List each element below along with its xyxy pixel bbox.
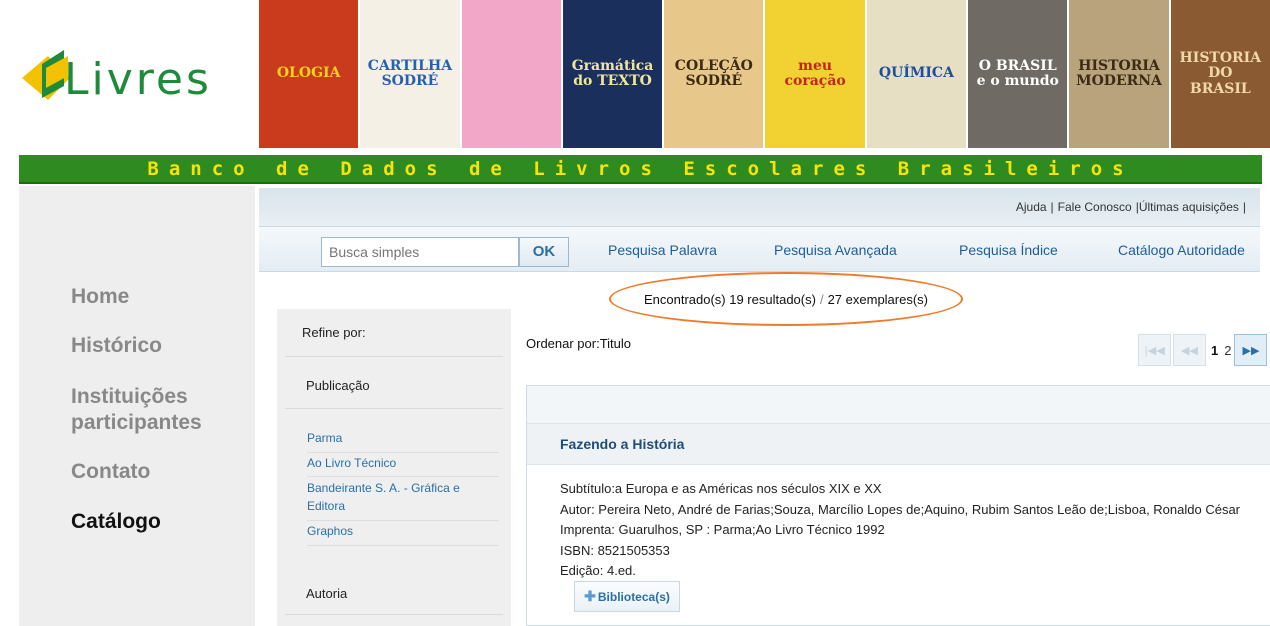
contact-link[interactable]: Fale Conosco bbox=[1058, 200, 1132, 214]
book-cover-title: O BRASIL e o mundo bbox=[976, 57, 1059, 89]
refine-link-publisher[interactable]: Bandeirante S. A. - Gráfica e Editora bbox=[307, 479, 499, 515]
book-cover: O BRASIL e o mundo bbox=[968, 0, 1068, 148]
divider bbox=[307, 476, 499, 477]
record-edition: Edição: 4.ed. bbox=[560, 563, 636, 578]
help-link[interactable]: Ajuda bbox=[1016, 200, 1047, 214]
first-page-button[interactable]: |◀◀ bbox=[1138, 334, 1171, 366]
book-cover-title: Gramática do TEXTO bbox=[571, 57, 654, 89]
record-isbn: ISBN: 8521505353 bbox=[560, 542, 670, 558]
search-nav-bar: OK Pesquisa Palavra Pesquisa Avançada Pe… bbox=[259, 226, 1260, 272]
logo-text: Livres bbox=[64, 54, 212, 105]
divider bbox=[307, 452, 499, 453]
libraries-button[interactable]: ✚ Biblioteca(s) bbox=[574, 581, 680, 612]
nav-word-search[interactable]: Pesquisa Palavra bbox=[608, 242, 717, 258]
refine-section-publication[interactable]: Publicação bbox=[306, 378, 370, 393]
book-cover: HISTORIA MODERNA bbox=[1069, 0, 1169, 148]
separator: | bbox=[1050, 200, 1054, 214]
sidebar-item-catalogo[interactable]: Catálogo bbox=[71, 509, 161, 535]
divider bbox=[307, 520, 499, 521]
banner-title: Banco de Dados de Livros Escolares Brasi… bbox=[147, 157, 1134, 180]
sidebar-item-home[interactable]: Home bbox=[71, 284, 129, 310]
pagination: |◀◀ ◀◀ 1 2 ▶▶ bbox=[1138, 334, 1269, 366]
sidebar-item-contato[interactable]: Contato bbox=[71, 459, 150, 485]
book-cover-title: COLEÇÃO SODRÉ bbox=[674, 57, 753, 89]
nav-authority-catalog[interactable]: Catálogo Autoridade bbox=[1118, 242, 1245, 258]
book-cover-title: meu coração bbox=[784, 57, 846, 89]
book-cover-title: QUÍMICA bbox=[878, 65, 954, 82]
refine-title: Refine por: bbox=[302, 325, 366, 340]
divider bbox=[285, 408, 503, 409]
sidebar: Home Histórico Instituições participante… bbox=[19, 186, 255, 626]
book-cover-title: HISTORIA MODERNA bbox=[1076, 57, 1162, 89]
refine-link-publisher[interactable]: Ao Livro Técnico bbox=[307, 454, 499, 472]
book-cover-title: OLOGIA bbox=[276, 65, 341, 82]
sort-label[interactable]: Ordenar por:Titulo bbox=[526, 336, 631, 351]
book-cover: QUÍMICA bbox=[866, 0, 967, 148]
libraries-button-label: Biblioteca(s) bbox=[597, 589, 670, 604]
separator: | bbox=[1242, 200, 1246, 214]
latest-acquisitions-link[interactable]: |Últimas aquisições bbox=[1136, 200, 1239, 214]
nav-index-search[interactable]: Pesquisa Índice bbox=[959, 242, 1058, 258]
divider bbox=[285, 356, 503, 357]
book-cover-title: HISTORIA DO BRASIL bbox=[1179, 49, 1262, 97]
simple-search-input[interactable] bbox=[321, 237, 519, 267]
book-cover: CARTILHA SODRÉ bbox=[360, 0, 460, 148]
book-cover: Gramática do TEXTO bbox=[562, 0, 663, 148]
page-number-current: 1 bbox=[1211, 342, 1219, 358]
book-cover: meu coração bbox=[765, 0, 865, 148]
record-author: Autor: Pereira Neto, André de Farias;Sou… bbox=[560, 501, 1241, 517]
site-banner: Banco de Dados de Livros Escolares Brasi… bbox=[19, 155, 1262, 184]
prev-page-button[interactable]: ◀◀ bbox=[1173, 334, 1206, 366]
book-cover-title: CARTILHA SODRÉ bbox=[367, 57, 453, 89]
divider bbox=[307, 545, 499, 546]
book-cover: HISTORIA DO BRASIL bbox=[1170, 0, 1270, 148]
highlight-ellipse bbox=[609, 272, 963, 326]
search-ok-button[interactable]: OK bbox=[519, 237, 569, 267]
record-details: Subtítulo:a Europa e as Américas nos séc… bbox=[527, 465, 1270, 582]
record-toolbar bbox=[527, 386, 1270, 424]
book-cover: OLOGIA bbox=[259, 0, 359, 148]
livres-logo[interactable]: Livres bbox=[20, 40, 240, 110]
page-number-link[interactable]: 2 bbox=[1224, 343, 1231, 358]
book-cover: COLEÇÃO SODRÉ bbox=[664, 0, 764, 148]
results-summary: Encontrado(s) 19 resultado(s) / 27 exemp… bbox=[609, 272, 963, 326]
refine-link-publisher[interactable]: Parma bbox=[307, 429, 499, 447]
book-covers-strip: OLOGIA CARTILHA SODRÉ Gramática do TEXTO CO… bbox=[259, 0, 1270, 148]
result-record: Fazendo a História Subtítulo:a Europa e … bbox=[526, 385, 1270, 626]
sidebar-item-historico[interactable]: Histórico bbox=[71, 333, 162, 359]
refine-section-authorship[interactable]: Autoria bbox=[306, 586, 347, 601]
refine-panel: Refine por: Publicação Parma Ao Livro Té… bbox=[277, 309, 511, 626]
sidebar-item-instituicoes[interactable]: Instituições participantes bbox=[71, 384, 241, 436]
record-subtitle: Subtítulo:a Europa e as Américas nos séc… bbox=[560, 481, 882, 496]
nav-advanced-search[interactable]: Pesquisa Avançada bbox=[774, 242, 897, 258]
divider bbox=[285, 614, 503, 615]
top-links-bar: Ajuda | Fale Conosco |Últimas aquisições… bbox=[259, 188, 1260, 226]
plus-icon: ✚ bbox=[584, 588, 596, 604]
record-imprint: Imprenta: Guarulhos, SP : Parma;Ao Livro… bbox=[560, 522, 885, 537]
record-title[interactable]: Fazendo a História bbox=[527, 424, 1270, 465]
next-page-button[interactable]: ▶▶ bbox=[1234, 334, 1268, 366]
book-cover bbox=[461, 0, 561, 148]
refine-link-publisher[interactable]: Graphos bbox=[307, 522, 499, 540]
